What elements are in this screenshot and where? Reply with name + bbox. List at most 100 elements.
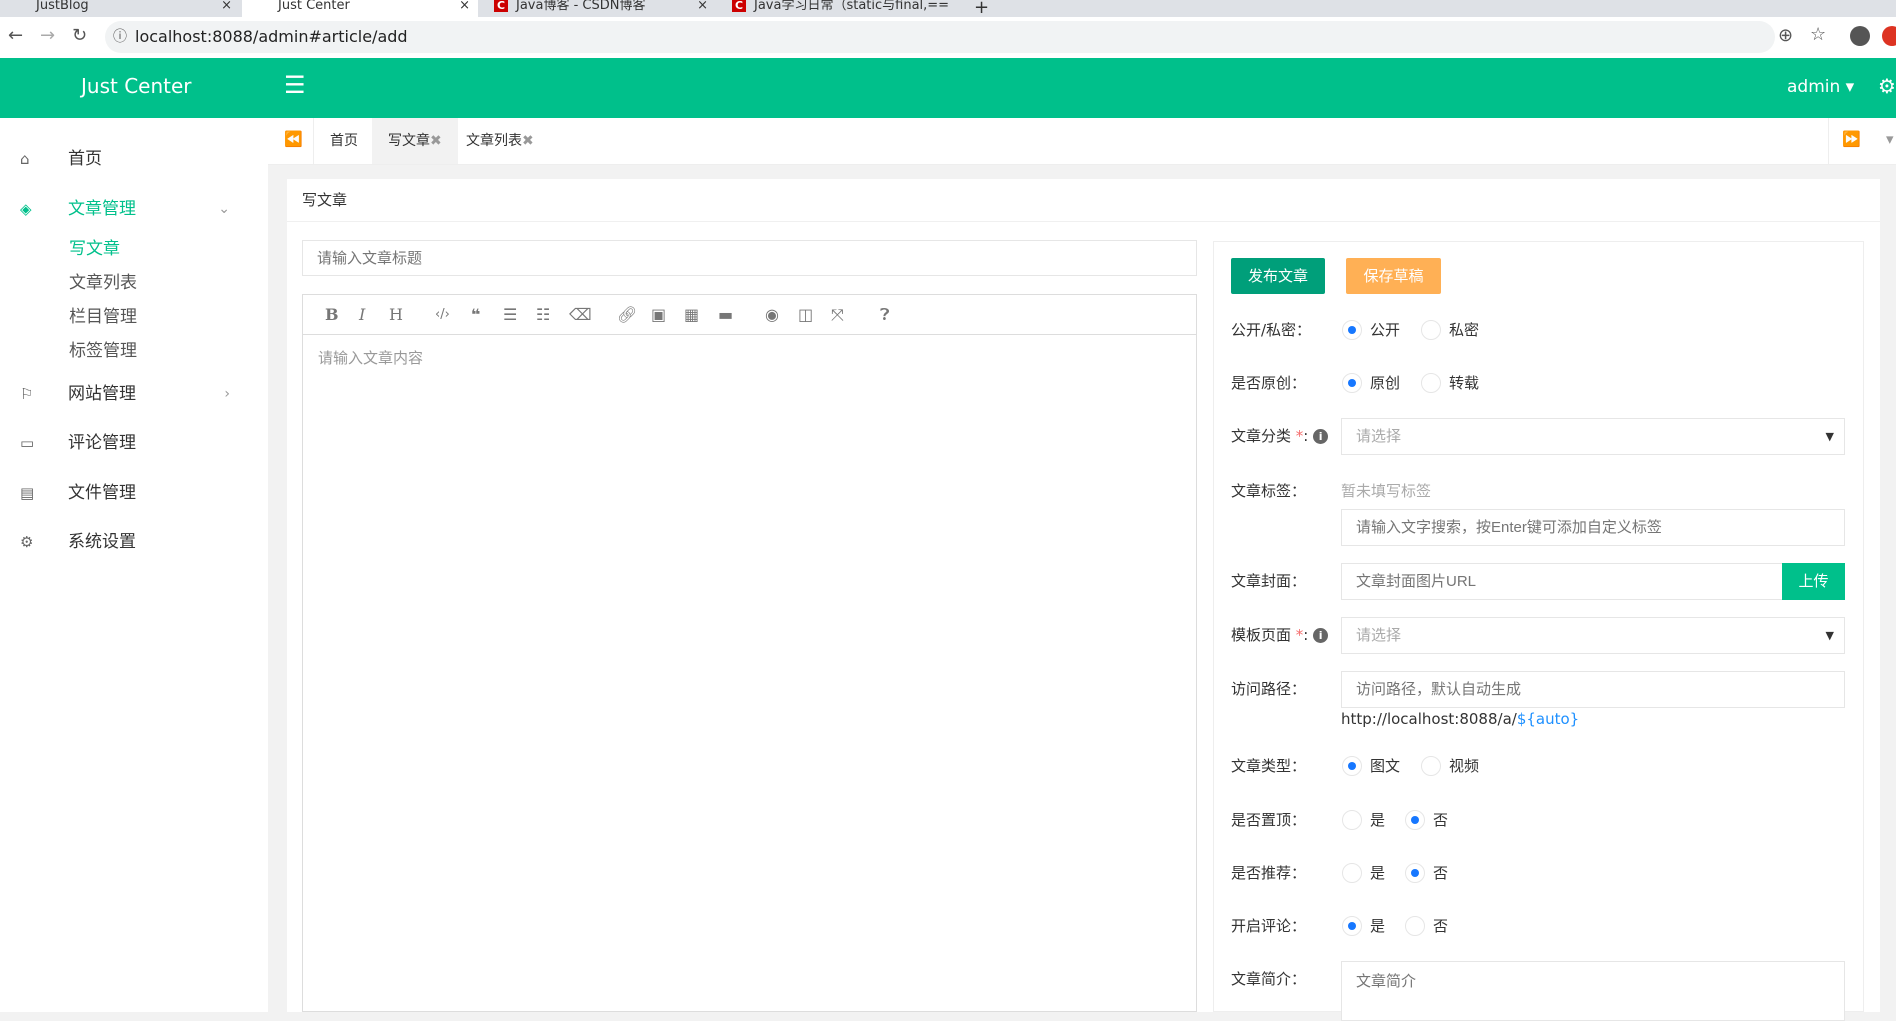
- horizontal-rule-icon[interactable]: ▬: [718, 295, 733, 335]
- save-draft-button[interactable]: 保存草稿: [1346, 258, 1441, 294]
- category-label: 文章分类 *: i: [1231, 418, 1329, 454]
- csdn-icon: C: [494, 0, 508, 12]
- sidebar-sub-columns[interactable]: 栏目管理: [69, 300, 137, 334]
- eraser-icon[interactable]: ⌫: [569, 295, 592, 335]
- layers-icon: ◈: [20, 200, 32, 218]
- tabs-prev-icon[interactable]: ⏪: [284, 130, 303, 148]
- sidebar-sub-tags[interactable]: 标签管理: [69, 334, 137, 368]
- upload-button[interactable]: 上传: [1782, 563, 1845, 600]
- sidebar-item-settings[interactable]: ⚙ 系统设置: [0, 522, 268, 562]
- radio-graphic[interactable]: 图文: [1342, 748, 1400, 784]
- type-label: 文章类型：: [1231, 757, 1307, 775]
- tabs-menu-icon[interactable]: ▾: [1886, 130, 1894, 148]
- profile-icon[interactable]: [1850, 26, 1870, 46]
- table-icon[interactable]: ▦: [684, 295, 699, 335]
- browser-tab[interactable]: C Java学习日常（static与final,==: [718, 0, 956, 17]
- article-title-input[interactable]: [302, 240, 1197, 276]
- publish-button[interactable]: 发布文章: [1231, 258, 1325, 294]
- menu-toggle-icon[interactable]: ☰: [284, 71, 306, 99]
- sidebar-sub-write[interactable]: 写文章: [69, 232, 120, 266]
- browser-tab-strip: JustBlog × Just Center × C Java博客 - CSDN博客 ×…: [0, 0, 1896, 18]
- side-by-side-icon[interactable]: ◫: [798, 295, 813, 335]
- caret-down-icon: ▼: [1825, 629, 1834, 642]
- heading-icon[interactable]: H: [389, 295, 403, 335]
- info-icon: ⓘ: [113, 29, 127, 45]
- sidebar-item-files[interactable]: ▤ 文件管理: [0, 473, 268, 513]
- sidebar-item-site[interactable]: ⚐ 网站管理 ›: [0, 374, 268, 414]
- csdn-icon: C: [732, 0, 746, 12]
- reload-icon[interactable]: ↻: [72, 25, 87, 46]
- tags-label: 文章标签：: [1231, 482, 1307, 500]
- template-select[interactable]: 请选择 ▼: [1341, 617, 1845, 654]
- tab-write[interactable]: 写文章✖: [372, 118, 458, 164]
- editor-toolbar: B I H ‹/› ❝ ☰ ☷ ⌫ 🔗︎ ▣ ▦ ▬ ◉ ◫ ⤧ ❓︎: [303, 295, 1196, 335]
- radio-repost[interactable]: 转载: [1421, 365, 1479, 401]
- fullscreen-icon[interactable]: ⤧: [831, 295, 844, 335]
- radio-comment-no[interactable]: 否: [1405, 908, 1448, 944]
- close-icon[interactable]: ✖: [430, 133, 442, 149]
- bold-icon[interactable]: B: [325, 295, 339, 335]
- star-icon[interactable]: ☆: [1810, 24, 1826, 45]
- browser-tab-active[interactable]: Just Center ×: [242, 0, 478, 17]
- visibility-label: 公开/私密：: [1231, 321, 1312, 339]
- unordered-list-icon[interactable]: ☰: [503, 295, 517, 335]
- info-icon[interactable]: i: [1313, 628, 1329, 643]
- forward-icon[interactable]: →: [40, 25, 55, 46]
- path-input[interactable]: [1341, 671, 1845, 708]
- cover-url-input[interactable]: [1341, 563, 1783, 600]
- original-label: 是否原创：: [1231, 374, 1307, 392]
- browser-tab[interactable]: C Java博客 - CSDN博客 ×: [480, 0, 716, 17]
- preview-icon[interactable]: ◉: [765, 295, 779, 335]
- tags-input[interactable]: [1341, 509, 1845, 546]
- address-bar: ← → ↻ ⓘ localhost:8088/admin#article/add …: [0, 17, 1896, 58]
- tabs-next-icon[interactable]: ⏩: [1842, 130, 1861, 148]
- sidebar-item-articles[interactable]: ◈ 文章管理 ⌄: [0, 189, 268, 229]
- editor-content[interactable]: 请输入文章内容: [318, 347, 423, 368]
- user-menu[interactable]: admin ▾: [1787, 77, 1854, 97]
- zoom-icon[interactable]: ⊕: [1778, 25, 1793, 46]
- close-icon[interactable]: ×: [221, 0, 232, 12]
- cover-label: 文章封面：: [1231, 572, 1307, 590]
- code-icon[interactable]: ‹/›: [435, 295, 450, 335]
- brand-title: Just Center: [81, 74, 192, 98]
- radio-top-yes[interactable]: 是: [1342, 802, 1385, 838]
- radio-comment-yes[interactable]: 是: [1342, 908, 1385, 944]
- image-icon[interactable]: ▣: [651, 295, 666, 335]
- app-header: Just Center ☰ admin ▾ ⚙: [0, 58, 1896, 118]
- tab-home[interactable]: 首页: [314, 118, 374, 164]
- tags-empty-text: 暂未填写标签: [1341, 482, 1432, 500]
- chevron-right-icon: ›: [224, 386, 230, 402]
- category-select[interactable]: 请选择 ▼: [1341, 418, 1845, 455]
- browser-tab[interactable]: JustBlog ×: [0, 0, 240, 17]
- close-icon[interactable]: ×: [697, 0, 708, 12]
- template-label: 模板页面 *: i: [1231, 617, 1329, 653]
- flag-icon: ⚐: [20, 385, 34, 403]
- sidebar-sub-list[interactable]: 文章列表: [69, 266, 137, 300]
- sidebar: ⌂ 首页 ◈ 文章管理 ⌄ 写文章 文章列表 栏目管理 标签管理 ⚐ 网站管理 › ▭ 评论…: [0, 118, 268, 1012]
- info-icon[interactable]: i: [1313, 429, 1329, 444]
- quote-icon[interactable]: ❝: [471, 295, 480, 335]
- sidebar-item-home[interactable]: ⌂ 首页: [0, 139, 268, 179]
- url-input[interactable]: ⓘ localhost:8088/admin#article/add: [105, 21, 1775, 53]
- radio-video[interactable]: 视频: [1421, 748, 1479, 784]
- summary-textarea[interactable]: [1341, 961, 1845, 1021]
- radio-private[interactable]: 私密: [1421, 312, 1479, 348]
- sidebar-item-comments[interactable]: ▭ 评论管理: [0, 423, 268, 463]
- back-icon[interactable]: ←: [8, 25, 23, 46]
- settings-icon[interactable]: ⚙: [1878, 74, 1896, 98]
- close-icon[interactable]: ×: [459, 0, 470, 12]
- radio-public[interactable]: 公开: [1342, 312, 1400, 348]
- tab-list[interactable]: 文章列表✖: [450, 118, 550, 164]
- link-icon[interactable]: 🔗︎: [617, 295, 637, 335]
- extension-icon[interactable]: [1882, 26, 1896, 46]
- italic-icon[interactable]: I: [359, 295, 365, 335]
- radio-recommend-no[interactable]: 否: [1405, 855, 1448, 891]
- radio-original[interactable]: 原创: [1342, 365, 1400, 401]
- close-icon[interactable]: ✖: [522, 133, 534, 149]
- radio-top-no[interactable]: 否: [1405, 802, 1448, 838]
- card-title: 写文章: [287, 179, 1880, 222]
- radio-recommend-yes[interactable]: 是: [1342, 855, 1385, 891]
- new-tab-button[interactable]: +: [974, 0, 989, 18]
- ordered-list-icon[interactable]: ☷: [536, 295, 550, 335]
- help-icon[interactable]: ❓︎: [880, 295, 890, 335]
